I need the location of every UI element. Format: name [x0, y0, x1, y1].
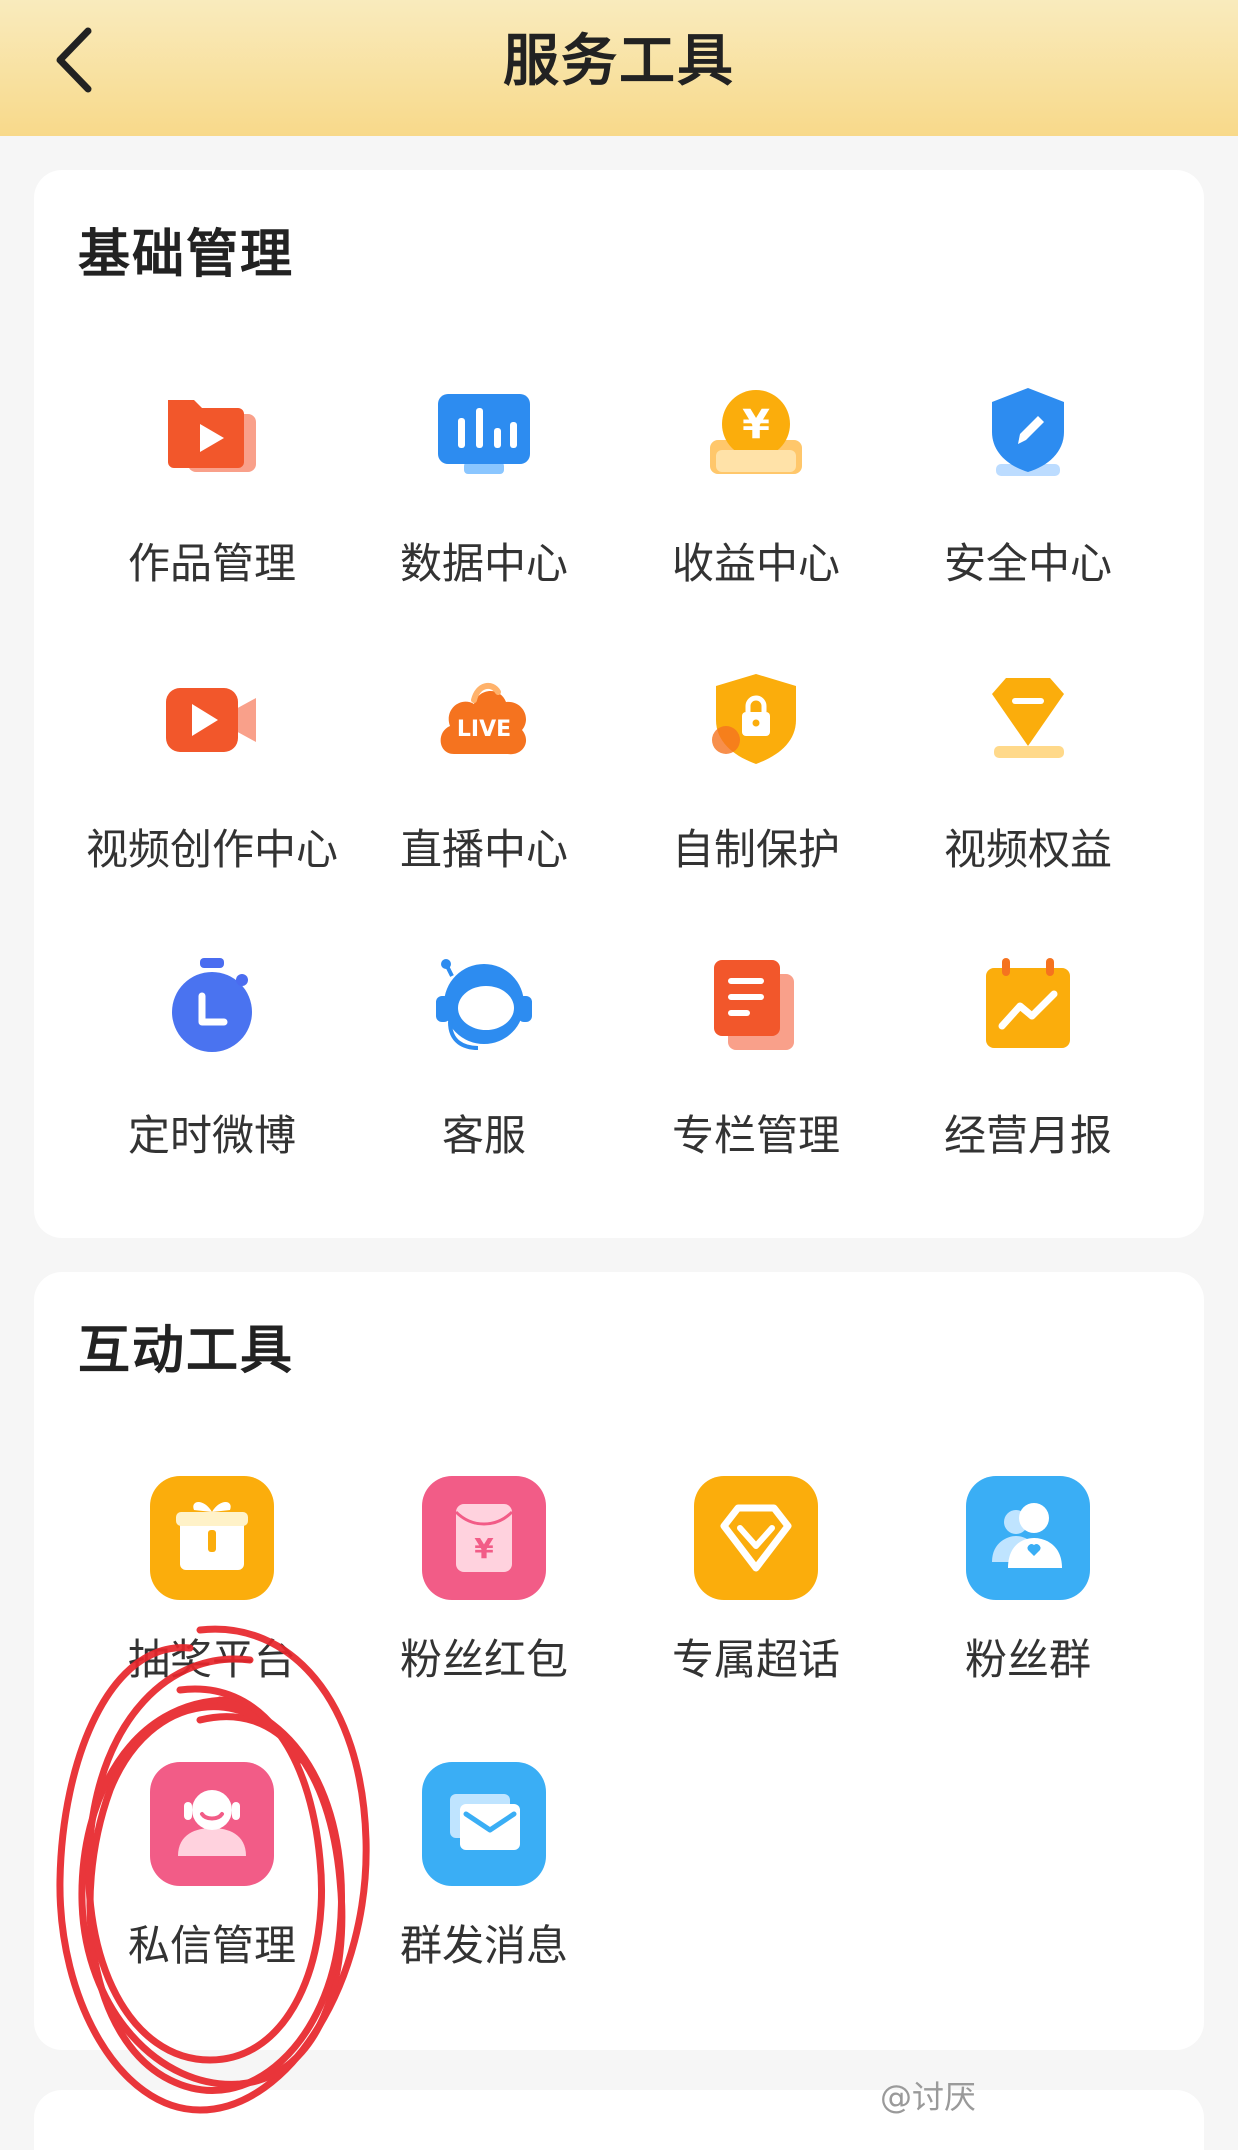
tool-lottery-platform[interactable]: 抽奖平台 [76, 1476, 348, 1736]
document-icon [714, 960, 794, 1050]
watermark-text: @讨厌 [880, 2078, 977, 2116]
tool-label: 数据中心 [399, 539, 568, 588]
shield-pen-icon [992, 388, 1064, 476]
tool-fan-group[interactable]: 粉丝群 [892, 1476, 1164, 1736]
tool-column-management[interactable]: 专栏管理 [620, 956, 892, 1216]
tool-label: 私信管理 [127, 1921, 296, 1970]
tool-label: 群发消息 [399, 1921, 568, 1970]
video-camera-icon [166, 688, 256, 752]
section-title-basic: 基础管理 [78, 225, 295, 285]
tool-self-made-protection[interactable]: 自制保护 [620, 670, 892, 930]
tool-customer-service[interactable]: 客服 [348, 956, 620, 1216]
yen-coin-icon: ¥ [710, 390, 802, 474]
tool-label: 抽奖平台 [127, 1635, 296, 1684]
svg-text:¥: ¥ [742, 402, 770, 448]
svg-text:¥: ¥ [474, 1532, 494, 1565]
tool-fan-red-envelope[interactable]: ¥ 粉丝红包 [348, 1476, 620, 1736]
tool-private-message-management[interactable]: 私信管理 [76, 1762, 348, 2022]
diamond-icon [694, 1476, 818, 1600]
tool-label: 直播中心 [399, 825, 568, 874]
tool-mass-message[interactable]: 群发消息 [348, 1762, 620, 2022]
tool-video-creation-center[interactable]: 视频创作中心 [76, 670, 348, 930]
tool-label: 粉丝群 [964, 1635, 1091, 1684]
tool-exclusive-super-topic[interactable]: 专属超话 [620, 1476, 892, 1736]
page-title: 服务工具 [503, 29, 735, 94]
tool-label: 粉丝红包 [399, 1635, 568, 1684]
tool-label: 专属超话 [671, 1635, 840, 1684]
mail-icon [422, 1762, 546, 1886]
tool-video-rights[interactable]: 视频权益 [892, 670, 1164, 930]
calendar-chart-icon [986, 958, 1070, 1048]
basic-management-card: 基础管理 作品管理 数据中心 ¥ 收益中心 安全中心 视频创作中心 LIVE 直… [34, 170, 1204, 1238]
tool-label: 收益中心 [671, 539, 840, 588]
tool-monthly-report[interactable]: 经营月报 [892, 956, 1164, 1216]
folder-play-icon [168, 400, 256, 472]
tool-label: 定时微博 [127, 1111, 296, 1160]
tool-label: 客服 [441, 1111, 526, 1160]
user-group-icon [966, 1476, 1090, 1600]
next-card-edge [34, 2090, 1204, 2150]
interactive-tools-card: 互动工具 抽奖平台 ¥ 粉丝红包 专属超话 粉丝群 私信管理 群发消息 [34, 1272, 1204, 2050]
tool-data-center[interactable]: 数据中心 [348, 384, 620, 644]
tool-label: 视频权益 [943, 825, 1112, 874]
person-message-icon [150, 1762, 274, 1886]
tool-label: 经营月报 [943, 1111, 1112, 1160]
shield-lock-icon [712, 674, 796, 764]
header-bar: 服务工具 [0, 0, 1238, 136]
tool-revenue-center[interactable]: ¥ 收益中心 [620, 384, 892, 644]
gift-icon [150, 1476, 274, 1600]
tool-label: 自制保护 [671, 825, 840, 874]
tool-works-management[interactable]: 作品管理 [76, 384, 348, 644]
section-title-interactive: 互动工具 [78, 1321, 295, 1381]
diamond-badge-icon [992, 678, 1064, 758]
tool-security-center[interactable]: 安全中心 [892, 384, 1164, 644]
red-envelope-icon: ¥ [422, 1476, 546, 1600]
stopwatch-icon [172, 958, 252, 1052]
svg-text:LIVE: LIVE [457, 717, 511, 742]
tool-label: 作品管理 [127, 539, 296, 588]
tool-live-center[interactable]: LIVE 直播中心 [348, 670, 620, 930]
headset-icon [436, 959, 532, 1050]
live-cloud-icon: LIVE [440, 682, 527, 755]
tool-label: 安全中心 [943, 539, 1112, 588]
tool-scheduled-weibo[interactable]: 定时微博 [76, 956, 348, 1216]
tool-label: 视频创作中心 [85, 825, 338, 874]
tool-label: 专栏管理 [671, 1111, 840, 1160]
monitor-chart-icon [438, 394, 530, 474]
